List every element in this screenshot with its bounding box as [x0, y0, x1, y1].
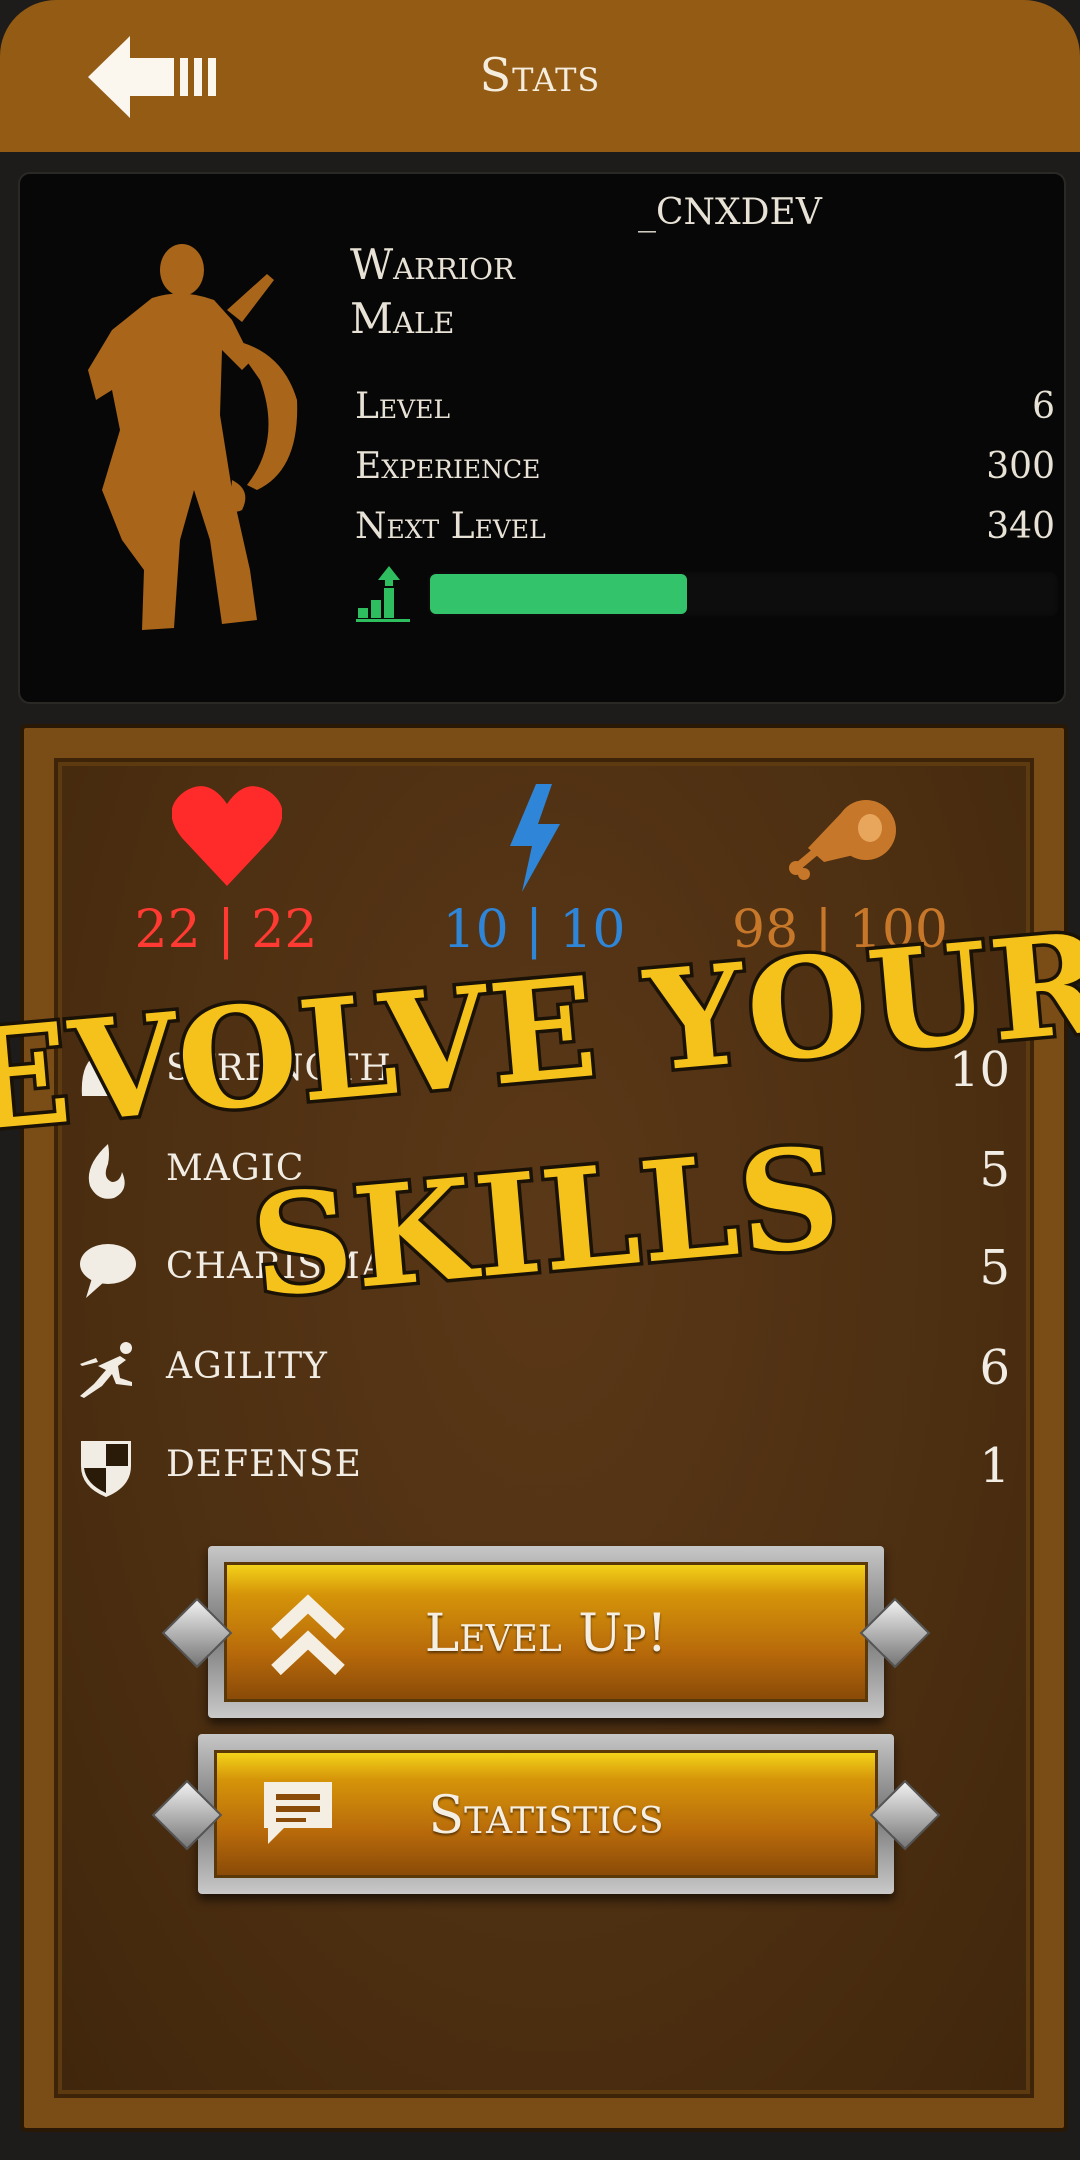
attribute-defense: Defense 1 [70, 1430, 1010, 1510]
speech-bubble-icon [80, 1244, 136, 1298]
heart-icon [172, 786, 282, 886]
attribute-name: Defense [166, 1444, 362, 1485]
level-row: Level 6 [355, 386, 1055, 436]
statistics-label: Statistics [428, 1786, 664, 1846]
next-level-label: Next Level [355, 506, 546, 547]
attribute-value: 6 [979, 1340, 1010, 1396]
level-up-button[interactable]: Level Up! [161, 1546, 931, 1718]
warrior-silhouette-icon [88, 244, 298, 630]
character-class: Warrior [350, 240, 515, 289]
strength-icon [81, 1052, 130, 1096]
level-value: 6 [1032, 386, 1055, 427]
running-figure-icon [80, 1342, 132, 1398]
level-progress-icon [356, 566, 410, 622]
lightning-icon [510, 784, 560, 892]
food-value: 98 | 100 [732, 900, 948, 960]
attribute-charisma: Charisma 5 [70, 1232, 1010, 1312]
character-gender: Male [350, 294, 455, 343]
meat-icon [789, 800, 896, 880]
attribute-value: 5 [979, 1142, 1010, 1198]
experience-progress-bar [426, 570, 1060, 618]
attribute-magic: Magic 5 [70, 1134, 1010, 1214]
attribute-value: 10 [948, 1042, 1010, 1098]
attribute-name: Magic [166, 1148, 305, 1189]
next-level-row: Next Level 340 [355, 506, 1055, 556]
top-app-bar: Stats [0, 0, 1080, 152]
experience-label: Experience [355, 446, 541, 487]
health-value: 22 | 22 [134, 900, 318, 960]
attribute-name: Strength [166, 1048, 392, 1089]
attribute-name: Agility [166, 1346, 328, 1387]
username-label: _CNXDEV [638, 192, 822, 233]
attribute-value: 1 [979, 1438, 1010, 1494]
experience-value: 300 [986, 446, 1055, 487]
page-title: Stats [479, 48, 601, 102]
level-up-label: Level Up! [424, 1604, 668, 1664]
experience-row: Experience 300 [355, 446, 1055, 496]
flame-icon [88, 1144, 125, 1199]
statistics-button[interactable]: Statistics [151, 1734, 941, 1894]
attribute-value: 5 [979, 1240, 1010, 1296]
energy-value: 10 | 10 [442, 900, 626, 960]
next-level-value: 340 [986, 506, 1055, 547]
attribute-agility: Agility 6 [70, 1332, 1010, 1412]
attribute-strength: Strength 10 [70, 1034, 1010, 1114]
attribute-name: Charisma [166, 1246, 388, 1287]
level-label: Level [355, 386, 451, 427]
shield-icon [81, 1441, 131, 1498]
character-card: _CNXDEV Warrior Male Level 6 Experience … [18, 172, 1066, 704]
experience-progress-fill [430, 574, 687, 614]
